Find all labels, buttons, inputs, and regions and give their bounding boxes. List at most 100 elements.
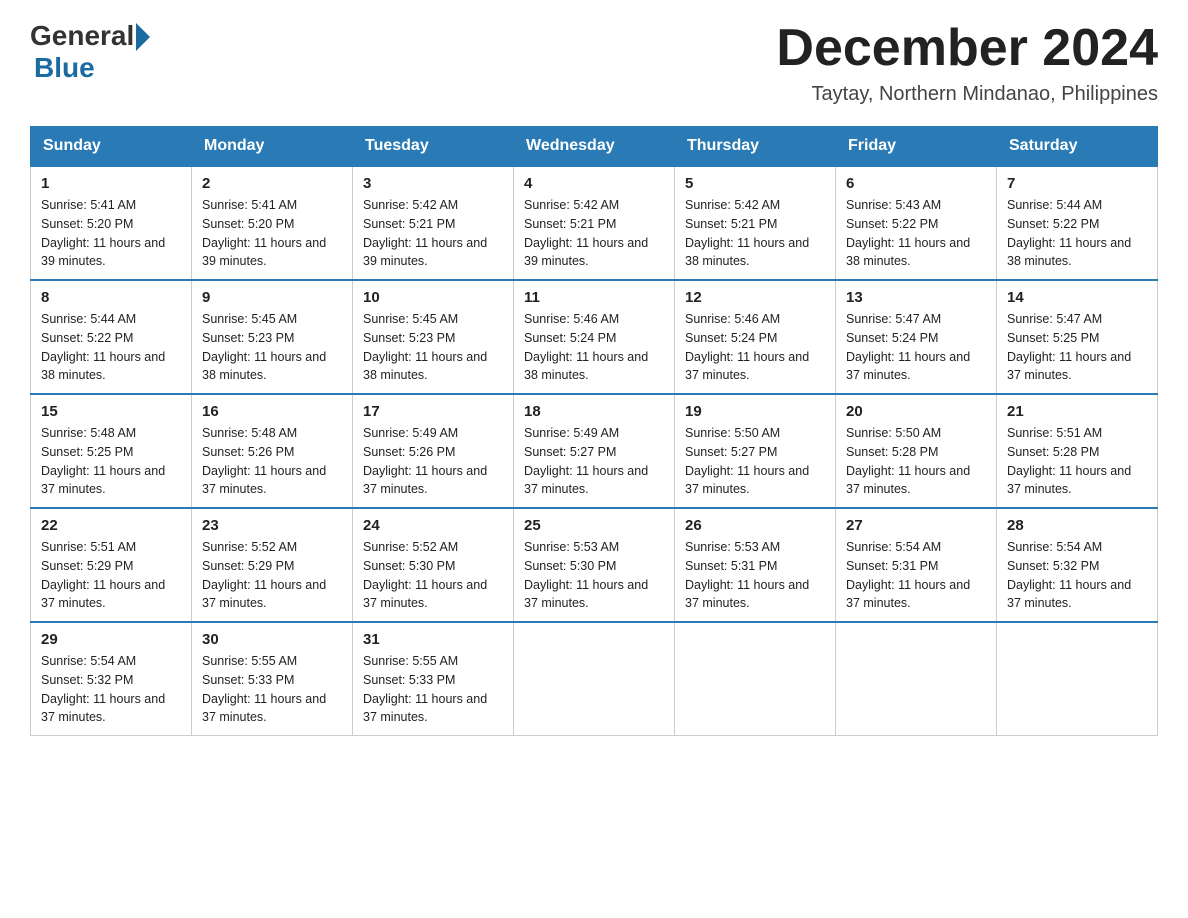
day-number: 31	[363, 631, 503, 648]
day-number: 19	[685, 403, 825, 420]
calendar-cell: 13 Sunrise: 5:47 AM Sunset: 5:24 PM Dayl…	[836, 280, 997, 394]
day-number: 1	[41, 175, 181, 192]
day-info: Sunrise: 5:44 AM Sunset: 5:22 PM Dayligh…	[41, 310, 181, 385]
calendar-cell: 16 Sunrise: 5:48 AM Sunset: 5:26 PM Dayl…	[192, 394, 353, 508]
calendar-cell	[997, 622, 1158, 736]
month-title: December 2024	[776, 20, 1158, 77]
day-number: 8	[41, 289, 181, 306]
day-info: Sunrise: 5:46 AM Sunset: 5:24 PM Dayligh…	[685, 310, 825, 385]
day-number: 16	[202, 403, 342, 420]
page-header: General Blue December 2024 Taytay, North…	[30, 20, 1158, 106]
calendar-cell: 5 Sunrise: 5:42 AM Sunset: 5:21 PM Dayli…	[675, 166, 836, 280]
calendar-cell: 1 Sunrise: 5:41 AM Sunset: 5:20 PM Dayli…	[31, 166, 192, 280]
location-subtitle: Taytay, Northern Mindanao, Philippines	[776, 83, 1158, 106]
day-info: Sunrise: 5:52 AM Sunset: 5:30 PM Dayligh…	[363, 538, 503, 613]
day-info: Sunrise: 5:48 AM Sunset: 5:25 PM Dayligh…	[41, 424, 181, 499]
day-number: 28	[1007, 517, 1147, 534]
weekday-header-monday: Monday	[192, 127, 353, 167]
calendar-cell	[675, 622, 836, 736]
day-number: 26	[685, 517, 825, 534]
day-info: Sunrise: 5:50 AM Sunset: 5:27 PM Dayligh…	[685, 424, 825, 499]
day-info: Sunrise: 5:54 AM Sunset: 5:32 PM Dayligh…	[1007, 538, 1147, 613]
day-number: 25	[524, 517, 664, 534]
day-info: Sunrise: 5:45 AM Sunset: 5:23 PM Dayligh…	[202, 310, 342, 385]
calendar-cell: 27 Sunrise: 5:54 AM Sunset: 5:31 PM Dayl…	[836, 508, 997, 622]
day-info: Sunrise: 5:42 AM Sunset: 5:21 PM Dayligh…	[685, 196, 825, 271]
day-number: 3	[363, 175, 503, 192]
calendar-cell: 30 Sunrise: 5:55 AM Sunset: 5:33 PM Dayl…	[192, 622, 353, 736]
logo: General Blue	[30, 20, 150, 84]
logo-arrow-icon	[136, 23, 150, 51]
calendar-cell	[514, 622, 675, 736]
week-row-3: 15 Sunrise: 5:48 AM Sunset: 5:25 PM Dayl…	[31, 394, 1158, 508]
day-info: Sunrise: 5:50 AM Sunset: 5:28 PM Dayligh…	[846, 424, 986, 499]
day-number: 6	[846, 175, 986, 192]
weekday-header-friday: Friday	[836, 127, 997, 167]
logo-general-text: General	[30, 20, 134, 52]
day-number: 30	[202, 631, 342, 648]
day-number: 9	[202, 289, 342, 306]
calendar-cell: 3 Sunrise: 5:42 AM Sunset: 5:21 PM Dayli…	[353, 166, 514, 280]
calendar-cell: 10 Sunrise: 5:45 AM Sunset: 5:23 PM Dayl…	[353, 280, 514, 394]
day-info: Sunrise: 5:53 AM Sunset: 5:31 PM Dayligh…	[685, 538, 825, 613]
day-info: Sunrise: 5:55 AM Sunset: 5:33 PM Dayligh…	[363, 652, 503, 727]
day-info: Sunrise: 5:49 AM Sunset: 5:26 PM Dayligh…	[363, 424, 503, 499]
day-info: Sunrise: 5:43 AM Sunset: 5:22 PM Dayligh…	[846, 196, 986, 271]
day-number: 13	[846, 289, 986, 306]
calendar-cell: 25 Sunrise: 5:53 AM Sunset: 5:30 PM Dayl…	[514, 508, 675, 622]
calendar-cell: 6 Sunrise: 5:43 AM Sunset: 5:22 PM Dayli…	[836, 166, 997, 280]
day-info: Sunrise: 5:41 AM Sunset: 5:20 PM Dayligh…	[202, 196, 342, 271]
day-info: Sunrise: 5:52 AM Sunset: 5:29 PM Dayligh…	[202, 538, 342, 613]
calendar-cell: 15 Sunrise: 5:48 AM Sunset: 5:25 PM Dayl…	[31, 394, 192, 508]
calendar-cell: 12 Sunrise: 5:46 AM Sunset: 5:24 PM Dayl…	[675, 280, 836, 394]
week-row-1: 1 Sunrise: 5:41 AM Sunset: 5:20 PM Dayli…	[31, 166, 1158, 280]
day-number: 20	[846, 403, 986, 420]
calendar-cell: 21 Sunrise: 5:51 AM Sunset: 5:28 PM Dayl…	[997, 394, 1158, 508]
day-number: 23	[202, 517, 342, 534]
day-number: 29	[41, 631, 181, 648]
day-number: 11	[524, 289, 664, 306]
day-number: 10	[363, 289, 503, 306]
calendar-cell: 22 Sunrise: 5:51 AM Sunset: 5:29 PM Dayl…	[31, 508, 192, 622]
day-number: 27	[846, 517, 986, 534]
day-number: 18	[524, 403, 664, 420]
calendar-table: SundayMondayTuesdayWednesdayThursdayFrid…	[30, 126, 1158, 736]
calendar-cell: 28 Sunrise: 5:54 AM Sunset: 5:32 PM Dayl…	[997, 508, 1158, 622]
day-info: Sunrise: 5:41 AM Sunset: 5:20 PM Dayligh…	[41, 196, 181, 271]
day-info: Sunrise: 5:54 AM Sunset: 5:32 PM Dayligh…	[41, 652, 181, 727]
weekday-header-row: SundayMondayTuesdayWednesdayThursdayFrid…	[31, 127, 1158, 167]
calendar-cell: 9 Sunrise: 5:45 AM Sunset: 5:23 PM Dayli…	[192, 280, 353, 394]
calendar-cell: 14 Sunrise: 5:47 AM Sunset: 5:25 PM Dayl…	[997, 280, 1158, 394]
day-number: 15	[41, 403, 181, 420]
calendar-cell	[836, 622, 997, 736]
day-number: 4	[524, 175, 664, 192]
weekday-header-sunday: Sunday	[31, 127, 192, 167]
calendar-cell: 2 Sunrise: 5:41 AM Sunset: 5:20 PM Dayli…	[192, 166, 353, 280]
day-info: Sunrise: 5:51 AM Sunset: 5:28 PM Dayligh…	[1007, 424, 1147, 499]
day-number: 17	[363, 403, 503, 420]
day-number: 24	[363, 517, 503, 534]
day-number: 12	[685, 289, 825, 306]
day-info: Sunrise: 5:48 AM Sunset: 5:26 PM Dayligh…	[202, 424, 342, 499]
weekday-header-thursday: Thursday	[675, 127, 836, 167]
day-info: Sunrise: 5:54 AM Sunset: 5:31 PM Dayligh…	[846, 538, 986, 613]
day-number: 14	[1007, 289, 1147, 306]
day-info: Sunrise: 5:47 AM Sunset: 5:24 PM Dayligh…	[846, 310, 986, 385]
weekday-header-wednesday: Wednesday	[514, 127, 675, 167]
day-info: Sunrise: 5:53 AM Sunset: 5:30 PM Dayligh…	[524, 538, 664, 613]
weekday-header-tuesday: Tuesday	[353, 127, 514, 167]
calendar-cell: 19 Sunrise: 5:50 AM Sunset: 5:27 PM Dayl…	[675, 394, 836, 508]
weekday-header-saturday: Saturday	[997, 127, 1158, 167]
calendar-cell: 24 Sunrise: 5:52 AM Sunset: 5:30 PM Dayl…	[353, 508, 514, 622]
calendar-cell: 31 Sunrise: 5:55 AM Sunset: 5:33 PM Dayl…	[353, 622, 514, 736]
day-info: Sunrise: 5:51 AM Sunset: 5:29 PM Dayligh…	[41, 538, 181, 613]
title-area: December 2024 Taytay, Northern Mindanao,…	[776, 20, 1158, 106]
calendar-cell: 23 Sunrise: 5:52 AM Sunset: 5:29 PM Dayl…	[192, 508, 353, 622]
calendar-cell: 17 Sunrise: 5:49 AM Sunset: 5:26 PM Dayl…	[353, 394, 514, 508]
day-info: Sunrise: 5:44 AM Sunset: 5:22 PM Dayligh…	[1007, 196, 1147, 271]
day-number: 21	[1007, 403, 1147, 420]
day-info: Sunrise: 5:42 AM Sunset: 5:21 PM Dayligh…	[524, 196, 664, 271]
logo-blue-text: Blue	[34, 52, 95, 84]
week-row-2: 8 Sunrise: 5:44 AM Sunset: 5:22 PM Dayli…	[31, 280, 1158, 394]
day-info: Sunrise: 5:47 AM Sunset: 5:25 PM Dayligh…	[1007, 310, 1147, 385]
